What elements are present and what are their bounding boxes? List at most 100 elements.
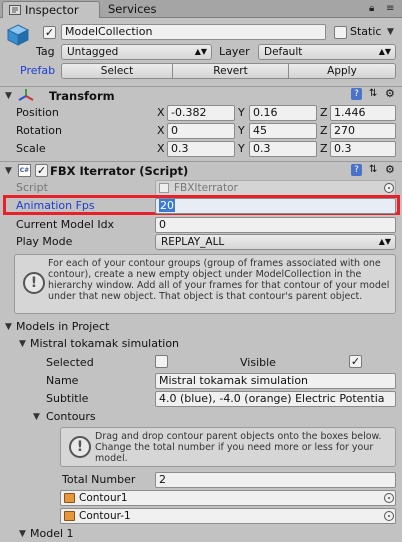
model-foldout-label: Model 1 (30, 527, 74, 540)
prefab-select-button[interactable]: Select (61, 63, 173, 79)
contour-help-box: ! For each of your contour groups (group… (14, 254, 396, 314)
tab-inspector[interactable]: Inspector (2, 1, 100, 18)
play-mode-dropdown[interactable]: REPLAY_ALL ▲▼ (155, 234, 396, 250)
scale-y-field[interactable]: 0.3 (249, 141, 317, 157)
axis-x-label: X (157, 124, 165, 137)
tag-value: Untagged (67, 46, 119, 58)
help-book-icon[interactable]: ? (351, 88, 362, 100)
animation-fps-label: Animation Fps (16, 199, 95, 212)
name-label: Name (46, 374, 79, 387)
play-mode-value: REPLAY_ALL (161, 236, 225, 248)
current-model-idx-field[interactable]: 0 (155, 217, 396, 233)
foldout-expanded-icon[interactable]: ▼ (5, 322, 12, 332)
static-checkbox[interactable] (334, 26, 347, 39)
tab-services-label: Services (108, 2, 157, 16)
contour-slot[interactable]: Contour-1 (60, 508, 396, 524)
prefab-revert-button[interactable]: Revert (172, 63, 289, 79)
dropdown-arrow-icon: ▲▼ (378, 237, 391, 246)
axis-y-label: Y (238, 142, 245, 155)
axis-z-label: Z (320, 124, 328, 137)
settings-gear-icon[interactable]: ⚙ (385, 163, 395, 176)
animation-fps-field[interactable]: 20 (155, 198, 396, 214)
total-number-label: Total Number (62, 473, 136, 486)
selected-checkbox[interactable] (155, 355, 168, 368)
current-model-idx-label: Current Model Idx (16, 218, 115, 231)
play-mode-label: Play Mode (16, 235, 73, 248)
foldout-expanded-icon[interactable]: ▼ (5, 91, 12, 101)
prefab-apply-button[interactable]: Apply (288, 63, 396, 79)
contours-label: Contours (46, 410, 96, 423)
visible-checkbox[interactable]: ✓ (349, 355, 362, 368)
info-exclamation-icon: ! (69, 436, 91, 458)
scale-label: Scale (16, 142, 46, 155)
total-number-field[interactable]: 2 (155, 472, 396, 488)
position-label: Position (16, 106, 59, 119)
object-picker-icon[interactable] (384, 511, 394, 521)
axis-z-label: Z (320, 142, 328, 155)
menu-icon[interactable]: ≡ (386, 3, 394, 14)
prefab-label: Prefab (20, 64, 56, 77)
model-foldout-label: Mistral tokamak simulation (30, 337, 180, 350)
subtitle-label: Subtitle (46, 392, 89, 405)
rotation-z-field[interactable]: 270 (330, 123, 396, 139)
layer-label: Layer (219, 45, 250, 58)
info-exclamation-icon: ! (23, 272, 45, 294)
prefab-cube-icon (64, 493, 75, 503)
transform-title: Transform (49, 89, 115, 103)
lock-icon[interactable]: 🔒︎ (369, 3, 374, 14)
foldout-expanded-icon[interactable]: ▼ (19, 529, 26, 539)
axis-y-label: Y (238, 124, 245, 137)
model-subtitle-field[interactable]: 4.0 (blue), -4.0 (orange) Electric Poten… (155, 391, 396, 407)
foldout-expanded-icon[interactable]: ▼ (5, 166, 12, 176)
rotation-y-field[interactable]: 45 (249, 123, 317, 139)
foldout-expanded-icon[interactable]: ▼ (33, 412, 40, 422)
object-picker-icon[interactable] (384, 493, 394, 503)
position-z-field[interactable]: 1.446 (330, 105, 396, 121)
contour-slot[interactable]: Contour1 (60, 490, 396, 506)
tab-bar: Inspector Services 🔒︎ ≡ (0, 0, 402, 18)
rotation-label: Rotation (16, 124, 63, 137)
contour-name: Contour-1 (79, 510, 131, 522)
scale-x-field[interactable]: 0.3 (167, 141, 235, 157)
script-enabled-checkbox[interactable]: ✓ (35, 164, 48, 177)
rotation-x-field[interactable]: 0 (167, 123, 235, 139)
contours-help-text: Drag and drop contour parent objects ont… (95, 431, 382, 464)
preset-sliders-icon[interactable]: ⇅ (369, 88, 377, 99)
contour-help-text: For each of your contour groups (group o… (48, 258, 390, 302)
tab-inspector-label: Inspector (25, 3, 79, 17)
axis-z-label: Z (320, 106, 328, 119)
script-value: FBXIterrator (174, 182, 238, 194)
dropdown-arrow-icon: ▲▼ (194, 47, 207, 56)
visible-label: Visible (240, 356, 276, 369)
preset-sliders-icon[interactable]: ⇅ (369, 164, 377, 175)
animation-fps-value: 20 (159, 199, 175, 212)
csharp-script-icon: C# (18, 164, 31, 177)
dropdown-arrow-icon: ▲▼ (378, 47, 391, 56)
axis-x-label: X (157, 106, 165, 119)
settings-gear-icon[interactable]: ⚙ (385, 87, 395, 100)
tag-dropdown[interactable]: Untagged ▲▼ (61, 44, 212, 60)
position-x-field[interactable]: -0.382 (167, 105, 235, 121)
model-name-field[interactable]: Mistral tokamak simulation (155, 373, 396, 389)
script-file-icon (159, 183, 169, 193)
object-picker-icon[interactable] (384, 183, 394, 193)
selected-label: Selected (46, 356, 94, 369)
static-dropdown-icon[interactable]: ▼ (387, 27, 394, 37)
foldout-expanded-icon[interactable]: ▼ (19, 339, 26, 349)
layer-dropdown[interactable]: Default ▲▼ (258, 44, 396, 60)
tab-services[interactable]: Services (102, 1, 172, 18)
models-in-project-label: Models in Project (16, 320, 110, 333)
help-book-icon[interactable]: ? (351, 164, 362, 176)
contours-help-box: ! Drag and drop contour parent objects o… (60, 427, 396, 467)
contour-name: Contour1 (79, 492, 128, 504)
scale-z-field[interactable]: 0.3 (330, 141, 396, 157)
script-label: Script (16, 181, 48, 194)
info-icon (9, 5, 21, 15)
object-name-field[interactable]: ModelCollection (61, 24, 326, 40)
layer-value: Default (264, 46, 303, 58)
active-checkbox[interactable]: ✓ (43, 26, 56, 39)
position-y-field[interactable]: 0.16 (249, 105, 317, 121)
transform-axes-icon (18, 89, 34, 101)
script-reference-field: FBXIterrator (155, 180, 396, 196)
axis-x-label: X (157, 142, 165, 155)
